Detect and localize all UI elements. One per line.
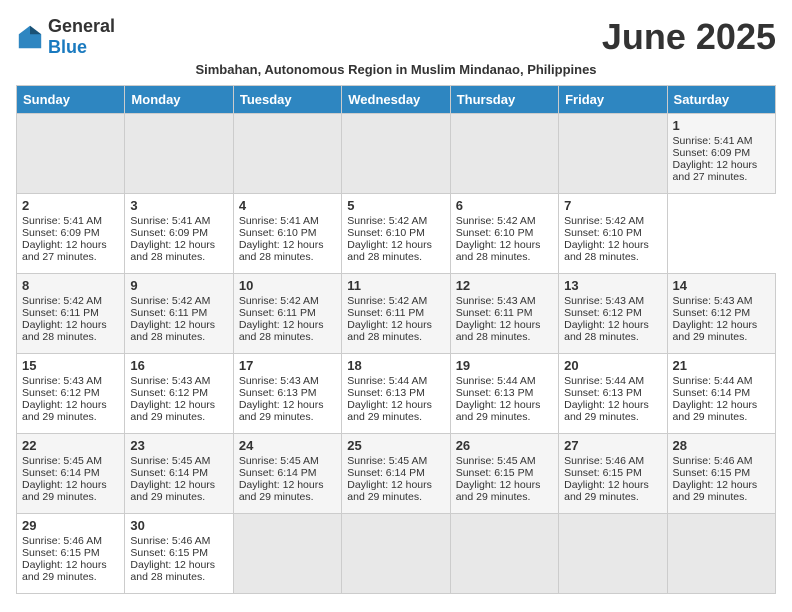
calendar-cell: 22Sunrise: 5:45 AMSunset: 6:14 PMDayligh…	[17, 434, 125, 514]
calendar-cell: 2Sunrise: 5:41 AMSunset: 6:09 PMDaylight…	[17, 194, 125, 274]
calendar-cell: 1Sunrise: 5:41 AMSunset: 6:09 PMDaylight…	[667, 114, 775, 194]
calendar-cell: 10Sunrise: 5:42 AMSunset: 6:11 PMDayligh…	[233, 274, 341, 354]
calendar-cell: 16Sunrise: 5:43 AMSunset: 6:12 PMDayligh…	[125, 354, 233, 434]
day-header-sunday: Sunday	[17, 86, 125, 114]
empty-cell	[450, 114, 558, 194]
calendar-cell: 23Sunrise: 5:45 AMSunset: 6:14 PMDayligh…	[125, 434, 233, 514]
calendar-cell: 8Sunrise: 5:42 AMSunset: 6:11 PMDaylight…	[17, 274, 125, 354]
calendar-row: 29Sunrise: 5:46 AMSunset: 6:15 PMDayligh…	[17, 514, 776, 594]
day-number: 28	[673, 438, 770, 453]
empty-cell	[125, 114, 233, 194]
day-number: 15	[22, 358, 119, 373]
calendar-cell: 19Sunrise: 5:44 AMSunset: 6:13 PMDayligh…	[450, 354, 558, 434]
calendar-row: 22Sunrise: 5:45 AMSunset: 6:14 PMDayligh…	[17, 434, 776, 514]
calendar-cell: 18Sunrise: 5:44 AMSunset: 6:13 PMDayligh…	[342, 354, 450, 434]
day-number: 13	[564, 278, 661, 293]
day-number: 24	[239, 438, 336, 453]
day-number: 10	[239, 278, 336, 293]
day-number: 26	[456, 438, 553, 453]
calendar-table: SundayMondayTuesdayWednesdayThursdayFrid…	[16, 85, 776, 594]
calendar-cell	[667, 514, 775, 594]
calendar-cell: 4Sunrise: 5:41 AMSunset: 6:10 PMDaylight…	[233, 194, 341, 274]
empty-cell	[17, 114, 125, 194]
calendar-cell: 9Sunrise: 5:42 AMSunset: 6:11 PMDaylight…	[125, 274, 233, 354]
day-number: 21	[673, 358, 770, 373]
day-number: 20	[564, 358, 661, 373]
day-number: 2	[22, 198, 119, 213]
day-number: 17	[239, 358, 336, 373]
day-number: 23	[130, 438, 227, 453]
calendar-cell: 27Sunrise: 5:46 AMSunset: 6:15 PMDayligh…	[559, 434, 667, 514]
calendar-body: 1Sunrise: 5:41 AMSunset: 6:09 PMDaylight…	[17, 114, 776, 594]
calendar-cell	[342, 514, 450, 594]
calendar-cell: 13Sunrise: 5:43 AMSunset: 6:12 PMDayligh…	[559, 274, 667, 354]
calendar-cell: 7Sunrise: 5:42 AMSunset: 6:10 PMDaylight…	[559, 194, 667, 274]
day-header-wednesday: Wednesday	[342, 86, 450, 114]
day-number: 30	[130, 518, 227, 533]
day-header-thursday: Thursday	[450, 86, 558, 114]
calendar-cell	[559, 514, 667, 594]
calendar-row: 8Sunrise: 5:42 AMSunset: 6:11 PMDaylight…	[17, 274, 776, 354]
day-number: 8	[22, 278, 119, 293]
day-number: 3	[130, 198, 227, 213]
calendar-cell	[233, 514, 341, 594]
header-row: SundayMondayTuesdayWednesdayThursdayFrid…	[17, 86, 776, 114]
calendar-row: 15Sunrise: 5:43 AMSunset: 6:12 PMDayligh…	[17, 354, 776, 434]
day-number: 16	[130, 358, 227, 373]
calendar-cell: 15Sunrise: 5:43 AMSunset: 6:12 PMDayligh…	[17, 354, 125, 434]
month-title: June 2025	[602, 16, 776, 58]
calendar-cell: 24Sunrise: 5:45 AMSunset: 6:14 PMDayligh…	[233, 434, 341, 514]
calendar-header: SundayMondayTuesdayWednesdayThursdayFrid…	[17, 86, 776, 114]
empty-cell	[233, 114, 341, 194]
day-header-tuesday: Tuesday	[233, 86, 341, 114]
calendar-cell: 5Sunrise: 5:42 AMSunset: 6:10 PMDaylight…	[342, 194, 450, 274]
calendar-cell: 3Sunrise: 5:41 AMSunset: 6:09 PMDaylight…	[125, 194, 233, 274]
day-header-saturday: Saturday	[667, 86, 775, 114]
empty-cell	[342, 114, 450, 194]
day-number: 1	[673, 118, 770, 133]
calendar-cell: 25Sunrise: 5:45 AMSunset: 6:14 PMDayligh…	[342, 434, 450, 514]
calendar-cell: 28Sunrise: 5:46 AMSunset: 6:15 PMDayligh…	[667, 434, 775, 514]
day-number: 29	[22, 518, 119, 533]
day-number: 14	[673, 278, 770, 293]
empty-cell	[559, 114, 667, 194]
calendar-cell: 17Sunrise: 5:43 AMSunset: 6:13 PMDayligh…	[233, 354, 341, 434]
day-number: 11	[347, 278, 444, 293]
calendar-cell: 12Sunrise: 5:43 AMSunset: 6:11 PMDayligh…	[450, 274, 558, 354]
day-number: 5	[347, 198, 444, 213]
calendar-cell: 11Sunrise: 5:42 AMSunset: 6:11 PMDayligh…	[342, 274, 450, 354]
calendar-cell	[450, 514, 558, 594]
day-header-friday: Friday	[559, 86, 667, 114]
calendar-row: 1Sunrise: 5:41 AMSunset: 6:09 PMDaylight…	[17, 114, 776, 194]
calendar-cell: 6Sunrise: 5:42 AMSunset: 6:10 PMDaylight…	[450, 194, 558, 274]
day-header-monday: Monday	[125, 86, 233, 114]
calendar-cell: 14Sunrise: 5:43 AMSunset: 6:12 PMDayligh…	[667, 274, 775, 354]
day-number: 22	[22, 438, 119, 453]
day-number: 9	[130, 278, 227, 293]
calendar-row: 2Sunrise: 5:41 AMSunset: 6:09 PMDaylight…	[17, 194, 776, 274]
day-number: 19	[456, 358, 553, 373]
logo-general: General	[48, 16, 115, 36]
logo: General Blue	[16, 16, 115, 58]
day-number: 7	[564, 198, 661, 213]
logo-blue: Blue	[48, 37, 87, 57]
day-number: 6	[456, 198, 553, 213]
day-number: 12	[456, 278, 553, 293]
logo-text: General Blue	[48, 16, 115, 58]
subtitle: Simbahan, Autonomous Region in Muslim Mi…	[16, 62, 776, 77]
calendar-cell: 30Sunrise: 5:46 AMSunset: 6:15 PMDayligh…	[125, 514, 233, 594]
day-number: 25	[347, 438, 444, 453]
day-number: 18	[347, 358, 444, 373]
logo-icon	[16, 23, 44, 51]
day-number: 27	[564, 438, 661, 453]
header: General Blue June 2025	[16, 16, 776, 58]
calendar-cell: 29Sunrise: 5:46 AMSunset: 6:15 PMDayligh…	[17, 514, 125, 594]
calendar-cell: 20Sunrise: 5:44 AMSunset: 6:13 PMDayligh…	[559, 354, 667, 434]
calendar-cell: 21Sunrise: 5:44 AMSunset: 6:14 PMDayligh…	[667, 354, 775, 434]
day-number: 4	[239, 198, 336, 213]
calendar-cell: 26Sunrise: 5:45 AMSunset: 6:15 PMDayligh…	[450, 434, 558, 514]
